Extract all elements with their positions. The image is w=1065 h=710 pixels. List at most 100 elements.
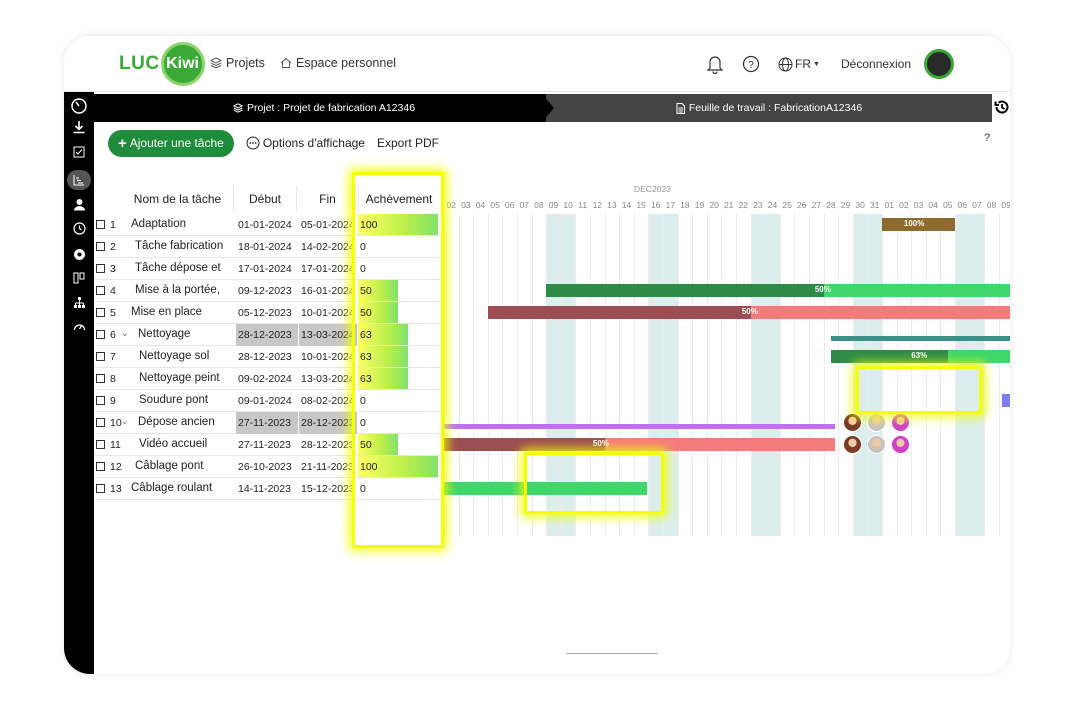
help-button[interactable]: ? <box>984 132 990 144</box>
task-end-date[interactable]: 13-03-2024 <box>299 324 357 346</box>
row-checkbox[interactable] <box>96 308 105 317</box>
row-checkbox[interactable] <box>96 286 105 295</box>
task-name[interactable]: Nettoyage peint <box>139 372 234 384</box>
task-name[interactable]: Nettoyage sol <box>139 350 234 362</box>
task-end-date[interactable]: 21-11-2023 <box>299 456 357 478</box>
add-task-button[interactable]: + Ajouter une tâche <box>108 129 234 157</box>
clock-icon[interactable] <box>71 220 87 236</box>
location-icon[interactable] <box>71 246 87 262</box>
task-end-date[interactable]: 28-12-2023 <box>299 434 357 456</box>
gantt-bar-mise-portee-done[interactable] <box>546 284 824 297</box>
row-checkbox[interactable] <box>96 242 105 251</box>
org-chart-icon[interactable] <box>71 294 87 310</box>
row-checkbox[interactable] <box>96 264 105 273</box>
resource-avatar[interactable] <box>890 413 910 432</box>
task-start-date[interactable]: 27-11-2023 <box>236 434 298 456</box>
help-circle-icon[interactable]: ? <box>742 50 760 78</box>
row-checkbox[interactable] <box>96 220 105 229</box>
user-icon[interactable] <box>71 196 87 212</box>
task-end-date[interactable]: 16-01-2024 <box>299 280 357 302</box>
download-icon[interactable] <box>71 119 87 135</box>
nav-projects[interactable]: Projets <box>210 56 265 70</box>
row-checkbox[interactable] <box>96 418 105 427</box>
luckiwi-logo[interactable]: LUC Kiwi <box>119 42 205 86</box>
task-name[interactable]: Dépose ancien <box>138 416 234 428</box>
task-start-date[interactable]: 09-01-2024 <box>236 390 298 412</box>
task-name[interactable]: Mise à la portée, <box>135 284 234 296</box>
dashboard-gauge-icon[interactable] <box>71 98 87 114</box>
gantt-day-label: 04 <box>928 200 938 210</box>
task-start-date[interactable]: 01-01-2024 <box>236 214 298 236</box>
horizontal-scrollbar[interactable] <box>566 653 658 654</box>
gantt-bar-nettoyage-sol-done[interactable] <box>830 350 948 363</box>
language-selector[interactable]: FR ▼ <box>778 50 820 78</box>
row-checkbox[interactable] <box>96 330 105 339</box>
chevron-down-icon[interactable]: ⌄ <box>121 416 129 427</box>
row-checkbox[interactable] <box>96 352 105 361</box>
gantt-bar-nettoyage-summary[interactable] <box>830 336 1010 341</box>
column-header-start[interactable]: Début <box>234 186 297 212</box>
task-name[interactable]: Soudure pont <box>139 394 234 406</box>
task-start-date[interactable]: 26-10-2023 <box>236 456 298 478</box>
nav-personal-space[interactable]: Espace personnel <box>280 56 396 70</box>
task-end-date[interactable]: 05-01-2024 <box>299 214 357 236</box>
task-name[interactable]: Mise en place <box>131 306 234 318</box>
checkbox-list-icon[interactable] <box>71 144 87 160</box>
row-checkbox[interactable] <box>96 396 105 405</box>
task-end-date[interactable]: 28-12-2023 <box>299 412 357 434</box>
speedometer-icon[interactable] <box>71 318 87 334</box>
resource-avatar[interactable] <box>866 435 886 454</box>
task-start-date[interactable]: 28-12-2023 <box>236 346 298 368</box>
resource-avatar[interactable] <box>842 413 862 432</box>
task-name[interactable]: Câblage roulant <box>131 482 234 494</box>
gantt-day-label: 06 <box>504 200 515 210</box>
row-checkbox[interactable] <box>96 440 105 449</box>
resource-avatar[interactable] <box>866 413 886 432</box>
task-name[interactable]: Tâche dépose et <box>135 262 234 274</box>
task-start-date[interactable]: 17-01-2024 <box>236 258 298 280</box>
task-end-date[interactable]: 08-02-2024 <box>299 390 357 412</box>
task-end-date[interactable]: 13-03-2024 <box>299 368 357 390</box>
task-start-date[interactable]: 18-01-2024 <box>236 236 298 258</box>
resource-avatar[interactable] <box>842 435 862 454</box>
gantt-day-label: 15 <box>636 200 646 210</box>
bell-icon[interactable] <box>706 50 724 78</box>
gantt-chart-icon[interactable] <box>71 172 87 188</box>
breadcrumb-worksheet[interactable]: Feuille de travail : FabricationA12346 <box>546 94 992 122</box>
task-name[interactable]: Adaptation <box>131 218 234 230</box>
user-avatar[interactable] <box>924 49 954 79</box>
task-name[interactable]: Nettoyage <box>138 328 234 340</box>
gantt-gridline <box>765 214 767 536</box>
gantt-bar-mise-en-place-done[interactable] <box>487 306 751 319</box>
task-name[interactable]: Vidéo accueil <box>139 438 234 450</box>
task-start-date[interactable]: 28-12-2023 <box>236 324 298 346</box>
task-end-date[interactable]: 10-01-2024 <box>299 302 357 324</box>
column-header-end[interactable]: Fin <box>297 186 359 212</box>
task-start-date[interactable]: 05-12-2023 <box>236 302 298 324</box>
task-name[interactable]: Tâche fabrication <box>135 240 234 252</box>
breadcrumb-project[interactable]: Projet : Projet de fabrication A12346 <box>94 94 554 122</box>
row-checkbox[interactable] <box>96 374 105 383</box>
task-start-date[interactable]: 14-11-2023 <box>236 478 298 500</box>
chevron-down-icon[interactable]: ⌄ <box>121 328 129 339</box>
task-end-date[interactable]: 17-01-2024 <box>299 258 357 280</box>
task-start-date[interactable]: 09-12-2023 <box>236 280 298 302</box>
logout-link[interactable]: Déconnexion <box>841 50 911 78</box>
gantt-bar-video-accueil-done[interactable] <box>444 438 605 451</box>
gantt-bar-soudure-pont[interactable] <box>1001 394 1010 407</box>
task-start-date[interactable]: 27-11-2023 <box>236 412 298 434</box>
history-icon[interactable] <box>994 99 1010 120</box>
task-end-date[interactable]: 15-12-2023 <box>299 478 357 500</box>
kanban-board-icon[interactable] <box>71 270 87 286</box>
resource-avatar[interactable] <box>890 435 910 454</box>
task-start-date[interactable]: 09-02-2024 <box>236 368 298 390</box>
gantt-bar-depose-ancien-summary[interactable] <box>444 424 836 429</box>
row-checkbox[interactable] <box>96 462 105 471</box>
export-pdf-button[interactable]: Export PDF <box>377 136 439 150</box>
row-checkbox[interactable] <box>96 484 105 493</box>
display-options-button[interactable]: Options d'affichage <box>246 136 365 150</box>
task-name[interactable]: Câblage pont <box>135 460 234 472</box>
task-end-date[interactable]: 14-02-2024 <box>299 236 357 258</box>
column-header-name[interactable]: Nom de la tâche <box>122 186 234 212</box>
task-end-date[interactable]: 10-01-2024 <box>299 346 357 368</box>
